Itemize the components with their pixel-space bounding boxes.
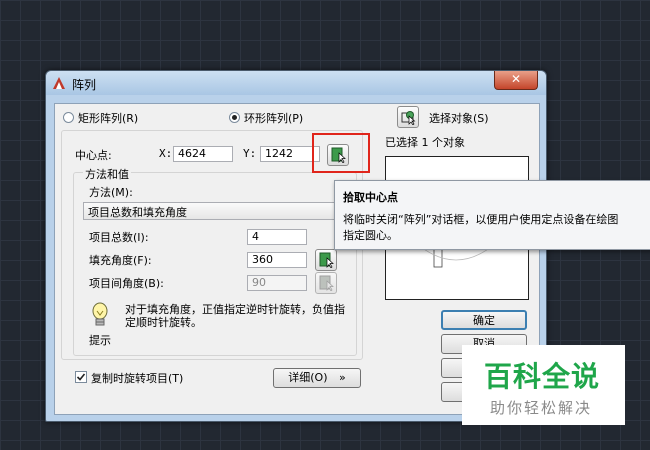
title-bar[interactable]: 阵列 ✕ [46, 71, 546, 95]
chevron-down-icon: » [339, 371, 346, 384]
watermark-logo: 百科全说 助你轻松解决 [462, 345, 625, 425]
center-y-label: Y: [243, 147, 257, 160]
pick-point-icon [319, 275, 334, 291]
rotate-items-label[interactable]: 复制时旋转项目(T) [91, 370, 183, 386]
hint-label: 提示 [89, 334, 111, 347]
center-point-label: 中心点: [75, 149, 112, 162]
total-items-label: 项目总数(I): [89, 231, 149, 244]
method-select-value: 项目总数和填充角度 [88, 206, 187, 219]
hint-text: 对于填充角度，正值指定逆时针旋转，负值指定顺时针旋转。 [125, 303, 345, 329]
tooltip-title: 拾取中心点 [343, 191, 398, 204]
tooltip-body-line2: 指定圆心。 [343, 229, 398, 242]
select-objects-label[interactable]: 选择对象(S) [429, 110, 489, 126]
polar-array-radio[interactable] [229, 112, 240, 123]
method-select[interactable]: 项目总数和填充角度 [83, 202, 353, 220]
tooltip: 拾取中心点 将临时关闭“阵列”对话框，以便用户使用定点设备在绘图 指定圆心。 [334, 180, 650, 250]
total-items-input[interactable]: 4 [247, 229, 307, 245]
checkmark-icon [76, 373, 86, 381]
watermark-subtitle: 助你轻松解决 [490, 399, 593, 417]
select-objects-icon [401, 111, 416, 125]
details-button[interactable]: 详细(O) » [273, 368, 361, 388]
window-title: 阵列 [72, 78, 97, 92]
rect-array-label[interactable]: 矩形阵列(R) [78, 110, 138, 126]
polar-array-label[interactable]: 环形阵列(P) [244, 110, 303, 126]
watermark-title: 百科全说 [484, 360, 601, 393]
fill-angle-input[interactable]: 360 [247, 252, 307, 268]
annotation-highlight-box [312, 133, 370, 173]
center-x-input[interactable]: 4624 [173, 146, 233, 162]
tooltip-body-line1: 将临时关闭“阵列”对话框，以便用户使用定点设备在绘图 [343, 213, 619, 226]
method-label: 方法(M): [89, 186, 133, 199]
rotate-items-checkbox[interactable] [75, 371, 87, 383]
selected-count-text: 已选择 1 个对象 [385, 136, 465, 149]
select-objects-button[interactable] [397, 106, 419, 128]
method-values-title: 方法和值 [83, 166, 131, 182]
details-label: 详细(O) [288, 371, 328, 384]
pick-point-icon [319, 252, 334, 268]
rect-array-radio[interactable] [63, 112, 74, 123]
ok-button[interactable]: 确定 [441, 310, 527, 330]
pick-angle-between-button [315, 272, 337, 294]
center-y-input[interactable]: 1242 [260, 146, 320, 162]
pick-fill-angle-button[interactable] [315, 249, 337, 271]
close-button[interactable]: ✕ [494, 71, 538, 90]
autocad-app-icon [53, 77, 65, 89]
fill-angle-label: 填充角度(F): [89, 254, 152, 267]
angle-between-input: 90 [247, 275, 307, 291]
center-x-label: X: [159, 147, 173, 160]
angle-between-label: 项目间角度(B): [89, 277, 164, 290]
lightbulb-icon [92, 302, 108, 326]
